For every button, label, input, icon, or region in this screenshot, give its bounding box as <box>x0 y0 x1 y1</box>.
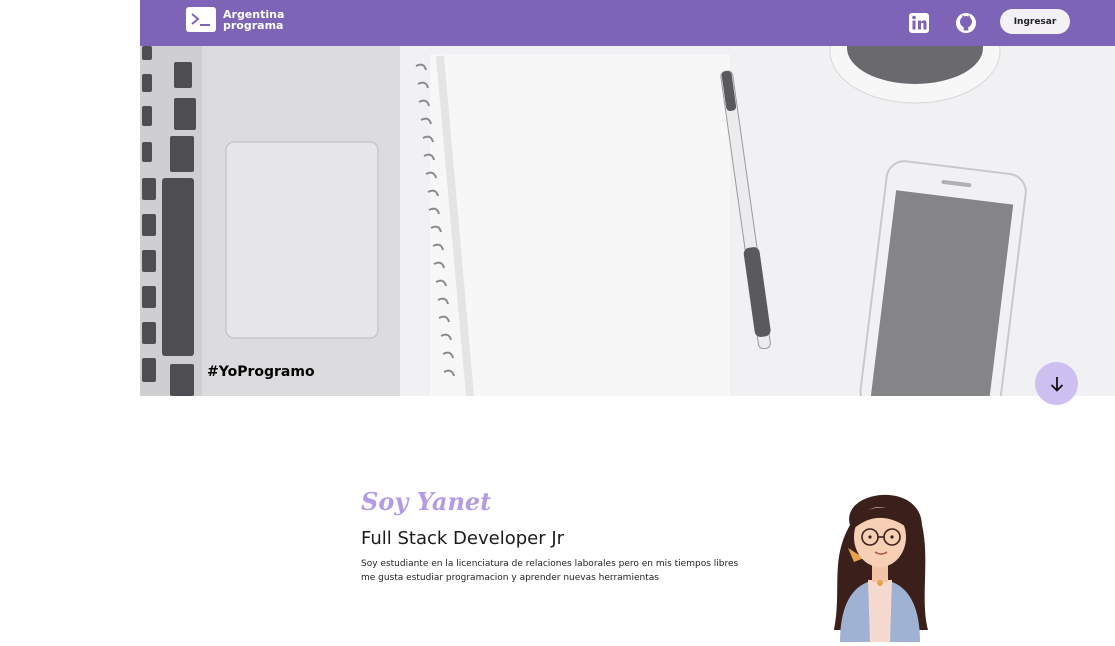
scroll-down-button[interactable] <box>1035 362 1078 405</box>
arrow-down-icon <box>1050 376 1063 392</box>
brand-line2: programa <box>223 18 284 32</box>
brand-logo[interactable]: Argentina programa <box>186 7 285 32</box>
login-button[interactable]: Ingresar <box>1000 9 1070 34</box>
about-description: Soy estudiante en la licenciatura de rel… <box>361 559 739 583</box>
about-greeting: Soy Yanet <box>361 487 492 516</box>
linkedin-icon[interactable] <box>908 12 930 34</box>
avatar-illustration <box>820 480 940 642</box>
hero-hashtag: #YoProgramo <box>207 364 315 380</box>
page: Argentina programa Ingresar #YoProgramo … <box>140 0 1115 642</box>
terminal-icon <box>186 7 216 32</box>
navbar: Argentina programa Ingresar <box>140 0 1115 46</box>
about-role: Full Stack Developer Jr <box>361 528 565 549</box>
hero-desk-illustration <box>140 46 1027 396</box>
brand-name: Argentina programa <box>223 7 285 32</box>
brand-line1: Argentina <box>223 7 285 21</box>
github-icon[interactable] <box>955 12 977 34</box>
hero-banner: #YoProgramo <box>140 46 1115 396</box>
